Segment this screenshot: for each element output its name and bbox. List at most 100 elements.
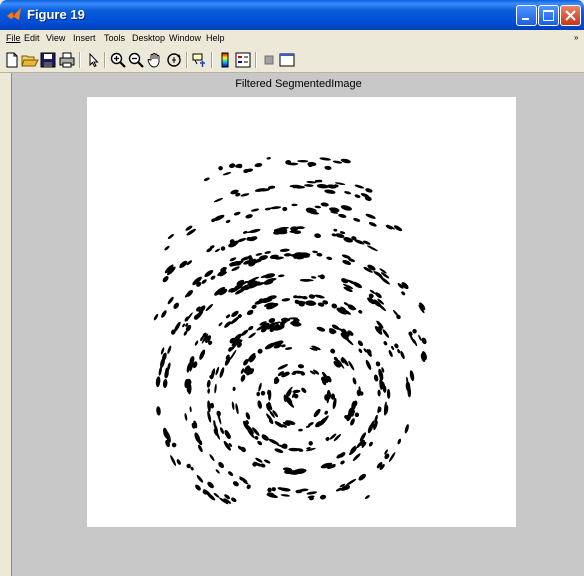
toolbar-separator: [211, 52, 213, 68]
fingerprint-ridge-mark: [256, 391, 261, 397]
new-figure-icon[interactable]: [3, 51, 21, 69]
save-figure-icon[interactable]: [39, 51, 57, 69]
menu-window[interactable]: Window: [169, 33, 201, 43]
window-title: Figure 19: [27, 7, 85, 22]
menu-overflow-icon[interactable]: »: [574, 33, 578, 42]
insert-legend-icon[interactable]: [234, 51, 252, 69]
fingerprint-ridge-mark: [206, 379, 211, 388]
fingerprint-ridge-mark: [245, 214, 253, 219]
fingerprint-ridge-mark: [301, 387, 307, 393]
fingerprint-ridge-mark: [162, 275, 169, 283]
print-figure-icon[interactable]: [58, 51, 76, 69]
fingerprint-ridge-mark: [378, 303, 386, 312]
menu-insert[interactable]: Insert: [73, 33, 96, 43]
maximize-button[interactable]: [538, 5, 559, 26]
fingerprint-ridge-mark: [264, 251, 271, 254]
menu-help[interactable]: Help: [206, 33, 225, 43]
fingerprint-ridge-mark: [373, 374, 379, 382]
data-cursor-icon[interactable]: [191, 51, 209, 69]
fingerprint-ridge-mark: [304, 184, 314, 187]
fingerprint-ridge-mark: [278, 274, 285, 278]
fingerprint-ridge-mark: [240, 374, 246, 382]
hide-plot-tools-icon[interactable]: [260, 51, 278, 69]
menu-view[interactable]: View: [46, 33, 65, 43]
toolbar-separator: [255, 52, 257, 68]
fingerprint-ridge-mark: [324, 189, 336, 194]
fingerprint-image: [153, 157, 427, 505]
fingerprint-ridge-mark: [404, 424, 409, 434]
fingerprint-ridge-mark: [285, 347, 293, 350]
fingerprint-ridge-mark: [330, 348, 336, 354]
fingerprint-ridge-mark: [214, 248, 221, 253]
fingerprint-ridge-mark: [377, 389, 381, 397]
menu-tools[interactable]: Tools: [104, 33, 125, 43]
pan-hand-icon[interactable]: [146, 51, 164, 69]
figure-window: Figure 19 File Edit View Insert Tools De…: [0, 0, 584, 576]
fingerprint-ridge-mark: [207, 388, 211, 394]
fingerprint-ridge-mark: [358, 348, 363, 354]
fingerprint-ridge-mark: [213, 197, 224, 203]
fingerprint-ridge-mark: [281, 298, 291, 302]
fingerprint-ridge-mark: [263, 459, 271, 464]
figure-canvas[interactable]: Filtered SegmentedImage: [11, 73, 584, 576]
fingerprint-ridge-mark: [153, 313, 159, 321]
fingerprint-ridge-mark: [365, 359, 372, 370]
fingerprint-ridge-mark: [209, 454, 215, 462]
toolbar-separator: [186, 52, 188, 68]
fingerprint-ridge-mark: [232, 386, 236, 391]
fingerprint-ridge-mark: [161, 310, 167, 318]
image-axes[interactable]: [87, 97, 516, 527]
fingerprint-ridge-mark: [320, 415, 329, 425]
fingerprint-ridge-mark: [257, 348, 263, 354]
edit-plot-arrow-icon[interactable]: [84, 51, 102, 69]
fingerprint-ridge-mark: [156, 406, 161, 416]
fingerprint-ridge-mark: [277, 364, 289, 370]
rotate-3d-icon[interactable]: [165, 51, 183, 69]
fingerprint-ridge-mark: [297, 364, 305, 369]
title-bar[interactable]: Figure 19: [0, 0, 584, 30]
fingerprint-ridge-mark: [233, 211, 241, 216]
fingerprint-ridge-mark: [213, 420, 216, 425]
close-button[interactable]: [560, 5, 581, 26]
toolbar-separator: [79, 52, 81, 68]
show-plot-tools-icon[interactable]: [278, 51, 296, 69]
fingerprint-ridge-mark: [225, 314, 231, 319]
menu-desktop[interactable]: Desktop: [132, 33, 165, 43]
fingerprint-ridge-mark: [298, 428, 303, 432]
fingerprint-ridge-mark: [218, 461, 224, 469]
fingerprint-ridge-mark: [316, 252, 323, 257]
zoom-out-icon[interactable]: [127, 51, 145, 69]
fingerprint-ridge-mark: [382, 329, 390, 338]
menu-file[interactable]: File: [6, 33, 21, 43]
insert-colorbar-icon[interactable]: [216, 51, 234, 69]
fingerprint-ridge-mark: [195, 484, 201, 491]
fingerprint-ridge-mark: [250, 208, 260, 212]
fingerprint-ridge-mark: [203, 177, 210, 182]
fingerprint-ridge-mark: [231, 497, 237, 503]
fingerprint-ridge-mark: [199, 349, 206, 360]
fingerprint-ridge-mark: [354, 184, 365, 189]
minimize-button[interactable]: [516, 5, 537, 26]
fingerprint-ridge-mark: [215, 469, 220, 474]
fingerprint-ridge-mark: [311, 276, 317, 279]
fingerprint-ridge-mark: [364, 495, 370, 500]
fingerprint-ridge-mark: [170, 455, 177, 466]
open-file-icon[interactable]: [21, 51, 39, 69]
fingerprint-ridge-mark: [184, 412, 188, 421]
zoom-in-icon[interactable]: [109, 51, 127, 69]
fingerprint-ridge-mark: [308, 441, 313, 446]
fingerprint-ridge-mark: [319, 274, 325, 280]
fingerprint-ridge-mark: [274, 448, 284, 453]
fingerprint-ridge-mark: [294, 300, 307, 305]
fingerprint-ridge-mark: [325, 437, 330, 441]
menu-edit[interactable]: Edit: [24, 33, 40, 43]
fingerprint-ridge-mark: [375, 361, 381, 367]
fingerprint-ridge-mark: [291, 203, 298, 207]
fingerprint-ridge-mark: [232, 481, 239, 487]
fingerprint-ridge-mark: [281, 344, 286, 348]
menu-insert-label: Insert: [73, 33, 96, 43]
fingerprint-ridge-mark: [266, 157, 271, 160]
fingerprint-ridge-mark: [319, 494, 327, 500]
fingerprint-ridge-mark: [314, 294, 325, 299]
menu-desktop-label: Desktop: [132, 33, 166, 43]
